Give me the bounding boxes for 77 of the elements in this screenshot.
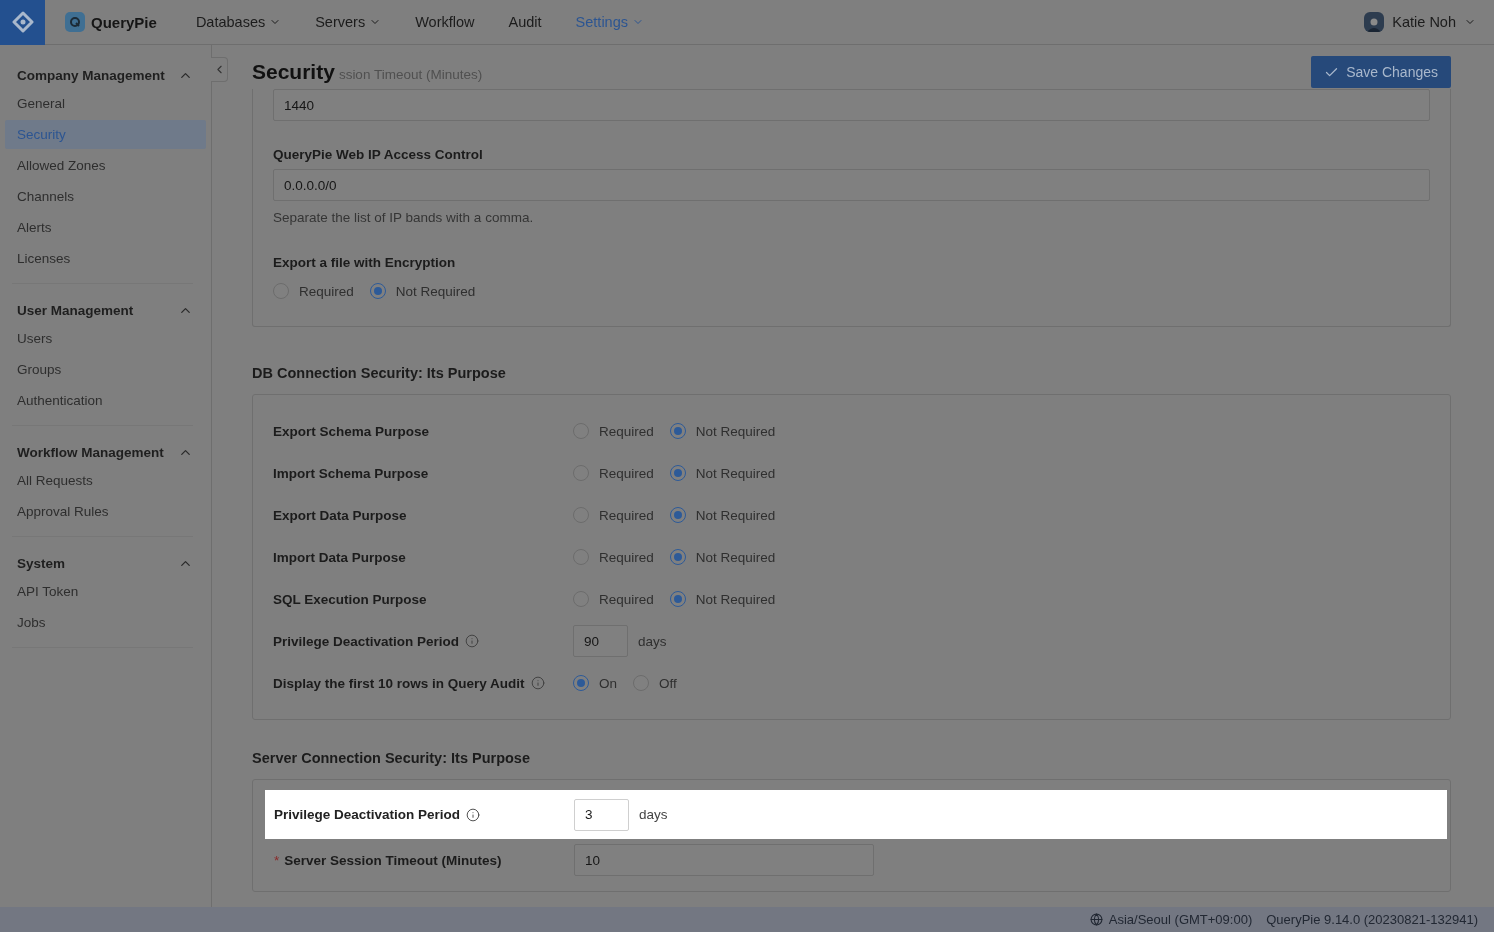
sidebar-item[interactable]: All Requests (5, 466, 206, 495)
group-title: System (16, 555, 66, 571)
setting-label: Export Schema Purpose (273, 423, 430, 439)
sidebar-item[interactable]: Channels (5, 182, 206, 211)
radio-option[interactable]: Not Required (669, 507, 776, 523)
setting-label: Export Data Purpose (273, 507, 407, 523)
radio-option[interactable]: On (573, 675, 617, 691)
text-input[interactable]: 1440 (273, 89, 1430, 121)
radio-selected-icon[interactable] (669, 465, 686, 481)
field-label: QueryPie Web IP Access Control (273, 147, 484, 162)
group-title: Company Management (16, 67, 165, 83)
brand-logo-icon (65, 12, 85, 32)
radio-option[interactable]: Not Required (669, 591, 776, 607)
save-button[interactable]: Save Changes (1311, 56, 1451, 88)
nav-item[interactable]: Audit (508, 14, 542, 30)
days-input[interactable]: 90 (573, 625, 628, 657)
sidebar-item[interactable]: Security (5, 120, 206, 149)
version-label: QueryPie 9.14.0 (20230821-132941) (1266, 912, 1478, 927)
setting-label: Import Data Purpose (273, 549, 406, 565)
radio-option[interactable]: Not Required (669, 549, 776, 565)
sidebar-item[interactable]: Users (5, 324, 206, 353)
brand-name: QueryPie (91, 13, 157, 31)
radio-option[interactable]: Required (573, 549, 654, 565)
setting-label: Display the first 10 rows in Query Audit (273, 675, 525, 691)
setting-label: SQL Execution Purpose (273, 591, 427, 607)
radio-selected-icon[interactable] (573, 675, 589, 691)
sidebar-item[interactable]: Allowed Zones (5, 151, 206, 180)
section-title: Server Connection Security: Its Purpose (252, 750, 531, 766)
avatar-icon[interactable] (1364, 12, 1385, 32)
radio-option[interactable]: Required (573, 591, 654, 607)
radio-option[interactable]: Not Required (369, 283, 476, 299)
sidebar-item[interactable]: General (5, 89, 206, 118)
group-title: User Management (16, 302, 134, 318)
sidebar-item[interactable]: Jobs (5, 608, 206, 637)
radio-selected-icon[interactable] (669, 549, 686, 565)
nav-item[interactable]: Databases (195, 14, 282, 30)
page-title: Security (252, 60, 335, 84)
sidebar-item[interactable]: Alerts (5, 213, 206, 242)
sidebar-item[interactable]: Groups (5, 355, 206, 384)
sidebar-item[interactable]: Authentication (5, 386, 206, 415)
radio-option[interactable]: Off (633, 675, 677, 691)
info-icon[interactable] (466, 807, 481, 822)
timeout-input[interactable]: 10 (574, 844, 874, 876)
user-name[interactable]: Katie Noh (1392, 14, 1456, 30)
unit-label: days (638, 633, 667, 649)
radio-selected-icon[interactable] (369, 283, 386, 299)
radio-selected-icon[interactable] (669, 423, 686, 439)
radio-option[interactable]: Not Required (669, 423, 776, 439)
nav-item[interactable]: Settings (575, 14, 644, 30)
nav-item[interactable]: Workflow (415, 14, 475, 30)
setting-label: Import Schema Purpose (273, 465, 429, 481)
setting-label: Server Session Timeout (Minutes) (284, 852, 502, 868)
nav-item[interactable]: Servers (315, 14, 382, 30)
section-title: DB Connection Security: Its Purpose (252, 365, 507, 381)
setting-label: Privilege Deactivation Period (274, 807, 461, 822)
sidebar-item[interactable]: Approval Rules (5, 497, 206, 526)
unit-label: days (639, 807, 668, 822)
timezone-label[interactable]: Asia/Seoul (GMT+09:00) (1089, 912, 1253, 927)
required-mark: * (274, 852, 280, 868)
radio-option[interactable]: Required (273, 283, 354, 299)
radio-selected-icon[interactable] (669, 591, 686, 607)
radio-selected-icon[interactable] (669, 507, 686, 523)
logo-icon[interactable] (0, 0, 45, 45)
text-input[interactable]: 0.0.0.0/0 (273, 169, 1430, 201)
group-title: Workflow Management (16, 444, 164, 460)
globe-icon (1089, 913, 1103, 926)
radio-option[interactable]: Required (573, 465, 654, 481)
days-input[interactable]: 3 (574, 798, 629, 831)
collapse-button[interactable] (211, 57, 228, 82)
field-label: Export a file with Encryption (273, 255, 457, 270)
setting-label: Privilege Deactivation Period (273, 633, 460, 649)
radio-option[interactable]: Not Required (669, 465, 776, 481)
help-text: Separate the list of IP bands with a comma. (273, 210, 535, 225)
sidebar-item[interactable]: Licenses (5, 244, 206, 273)
sidebar-item[interactable]: API Token (5, 577, 206, 606)
radio-option[interactable]: Required (573, 507, 654, 523)
radio-option[interactable]: Required (573, 423, 654, 439)
